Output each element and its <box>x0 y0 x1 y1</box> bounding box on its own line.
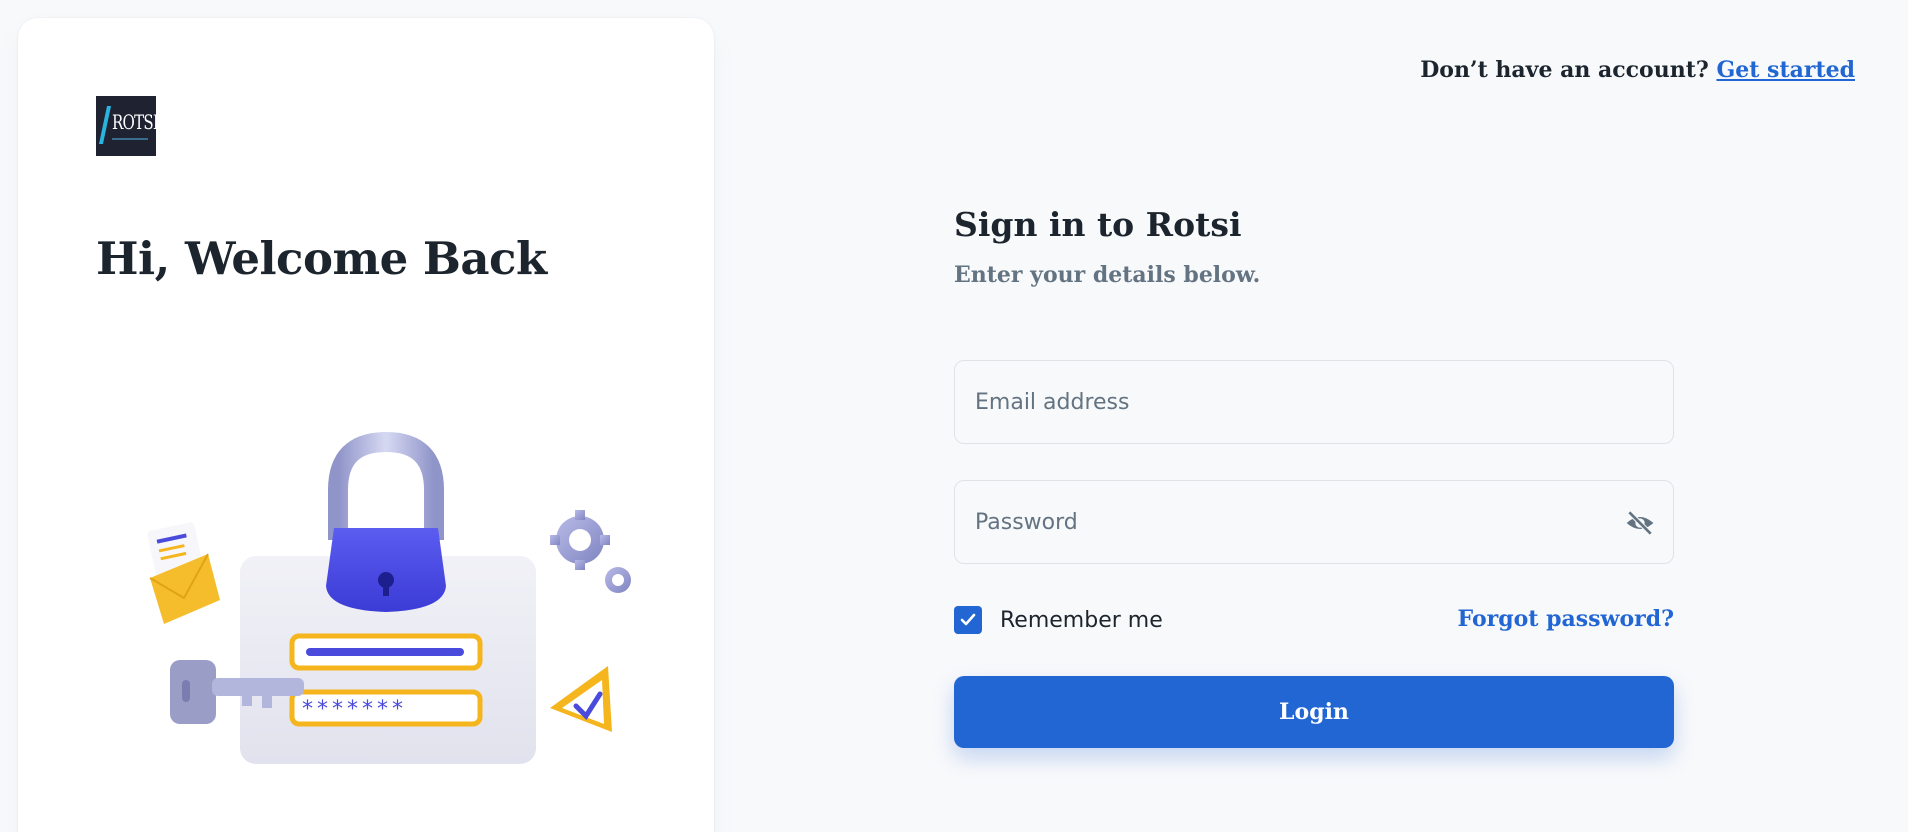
sign-in-form: Sign in to Rotsi Enter your details belo… <box>954 200 1674 748</box>
remember-checkbox[interactable] <box>954 606 982 634</box>
login-button[interactable]: Login <box>954 676 1674 748</box>
welcome-panel: ROTSI Hi, Welcome Back ******* <box>18 18 714 832</box>
forgot-password-link[interactable]: Forgot password? <box>1458 606 1674 632</box>
remember-me[interactable]: Remember me <box>954 606 1163 634</box>
remember-label: Remember me <box>1000 607 1163 633</box>
welcome-title: Hi, Welcome Back <box>96 232 547 285</box>
form-title: Sign in to Rotsi <box>954 205 1242 244</box>
lock-login-illustration: ******* <box>147 431 631 764</box>
password-input[interactable] <box>975 509 1575 535</box>
rotsi-logo[interactable]: ROTSI <box>96 96 156 156</box>
email-field[interactable] <box>954 360 1674 444</box>
svg-text:*******: ******* <box>302 697 407 722</box>
form-subtitle: Enter your details below. <box>954 262 1261 288</box>
password-field[interactable] <box>954 480 1674 564</box>
signup-prompt-text: Don’t have an account? <box>1420 57 1709 83</box>
email-input[interactable] <box>975 389 1575 415</box>
get-started-link[interactable]: Get started <box>1716 57 1855 83</box>
eye-off-icon[interactable] <box>1623 507 1657 539</box>
signup-prompt: Don’t have an account? Get started <box>1420 57 1855 83</box>
check-icon <box>960 613 976 626</box>
